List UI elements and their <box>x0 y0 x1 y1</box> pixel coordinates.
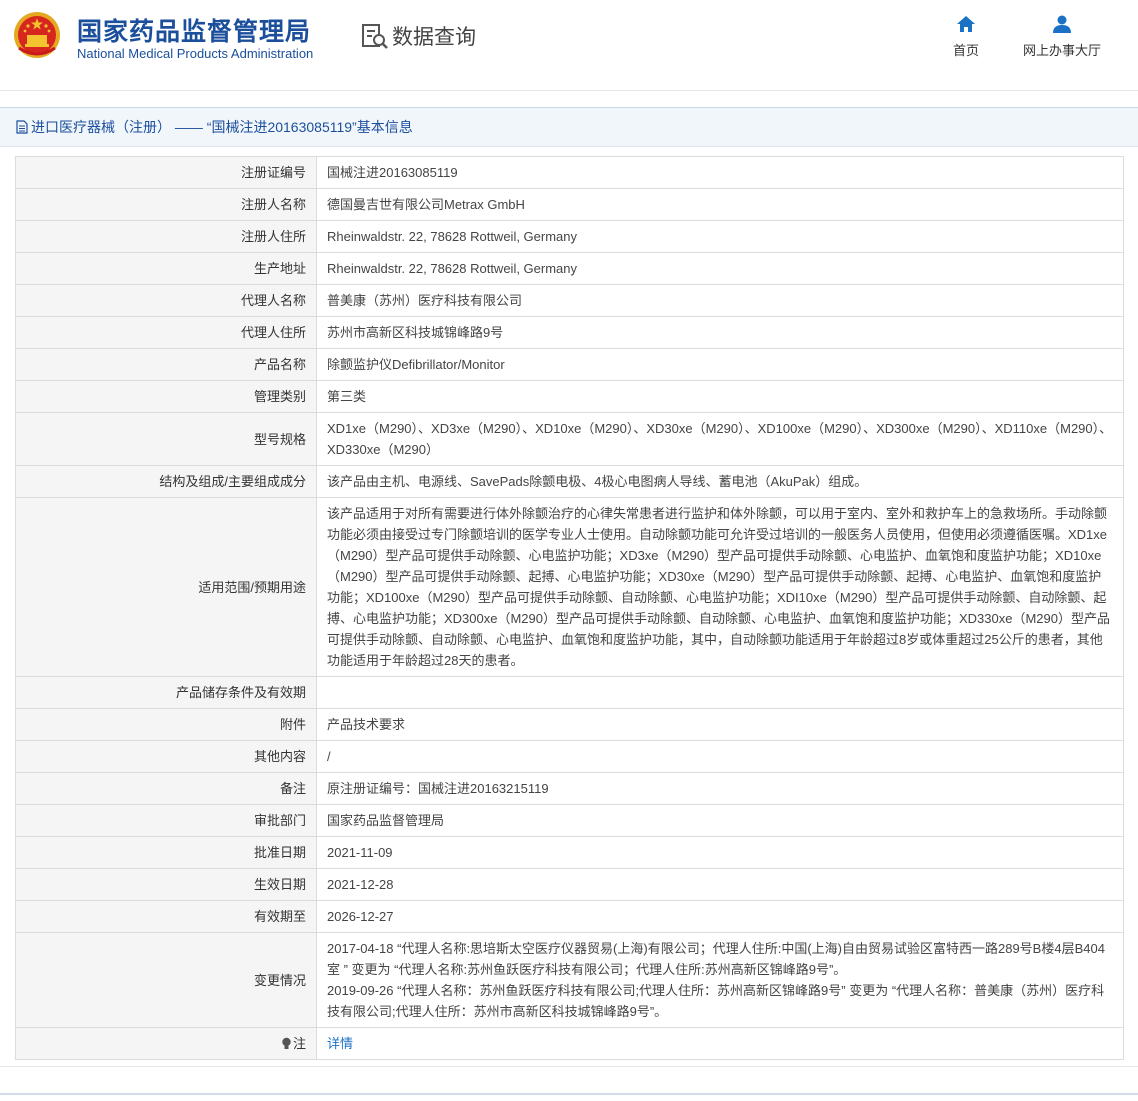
site-header: 国家药品监督管理局 National Medical Products Admi… <box>0 0 1138 90</box>
change-entry: 2019-09-26 “代理人名称：苏州鱼跃医疗科技有限公司;代理人住所：苏州高… <box>327 983 1105 1019</box>
detail-panel: 进口医疗器械（注册） —— “国械注进20163085119”基本信息 注册证编… <box>0 107 1138 1068</box>
table-row: 附件 产品技术要求 <box>15 708 1124 741</box>
row-value: 普美康（苏州）医疗科技有限公司 <box>316 284 1124 317</box>
data-query-link[interactable]: 数据查询 <box>360 20 476 52</box>
table-row: 管理类别 第三类 <box>15 380 1124 413</box>
row-label: 管理类别 <box>15 380 317 413</box>
row-value: 产品技术要求 <box>316 708 1124 741</box>
nav-home-label: 首页 <box>952 43 979 58</box>
details-link[interactable]: 详情 <box>327 1036 353 1051</box>
row-label: 注册人名称 <box>15 188 317 221</box>
table-row: 审批部门 国家药品监督管理局 <box>15 804 1124 837</box>
table-row: 结构及组成/主要组成成分 该产品由主机、电源线、SavePads除颤电极、4极心电… <box>15 465 1124 498</box>
table-row: 代理人住所 苏州市高新区科技城锦峰路9号 <box>15 316 1124 349</box>
table-row: 变更情况 2017-04-18 “代理人名称:思培斯太空医疗仪器贸易(上海)有限… <box>15 932 1124 1028</box>
row-label: 有效期至 <box>15 900 317 933</box>
row-value: / <box>316 740 1124 773</box>
table-row: 有效期至 2026-12-27 <box>15 900 1124 933</box>
row-value: 国械注进20163085119 <box>316 156 1124 189</box>
national-emblem-icon <box>14 12 60 58</box>
row-label: 注册人住所 <box>15 220 317 253</box>
row-label: 附件 <box>15 708 317 741</box>
row-label: 产品储存条件及有效期 <box>15 676 317 709</box>
lightbulb-icon <box>282 1037 291 1049</box>
note-label-cell: 注 <box>15 1027 317 1060</box>
table-row: 型号规格 XD1xe（M290）、XD3xe（M290）、XD10xe（M290）… <box>15 412 1124 466</box>
document-icon <box>16 120 28 134</box>
row-value: Rheinwaldstr. 22, 78628 Rottweil, German… <box>316 252 1124 285</box>
table-row: 备注 原注册证编号：国械注进20163215119 <box>15 772 1124 805</box>
note-label: 注 <box>292 1036 306 1051</box>
row-label: 结构及组成/主要组成成分 <box>15 465 317 498</box>
row-value: 苏州市高新区科技城锦峰路9号 <box>316 316 1124 349</box>
page-bottom-divider <box>0 1093 1138 1095</box>
table-row: 产品名称 除颤监护仪Defibrillator/Monitor <box>15 348 1124 381</box>
row-label: 产品名称 <box>15 348 317 381</box>
panel-bottom-border <box>0 1066 1138 1067</box>
panel-header: 进口医疗器械（注册） —— “国械注进20163085119”基本信息 <box>0 108 1138 147</box>
table-row: 注册人住所 Rheinwaldstr. 22, 78628 Rottweil, G… <box>15 220 1124 253</box>
row-value: 第三类 <box>316 380 1124 413</box>
row-value: 该产品由主机、电源线、SavePads除颤电极、4极心电图病人导线、蓄电池（Ak… <box>316 465 1124 498</box>
row-value: XD1xe（M290）、XD3xe（M290）、XD10xe（M290）、XD3… <box>316 412 1124 466</box>
row-value: 2021-11-09 <box>316 836 1124 869</box>
table-row: 其他内容 / <box>15 740 1124 773</box>
row-value: 2026-12-27 <box>316 900 1124 933</box>
change-history: 2017-04-18 “代理人名称:思培斯太空医疗仪器贸易(上海)有限公司；代理… <box>316 932 1124 1028</box>
nav-online-service-hall-label: 网上办事大厅 <box>1022 43 1101 58</box>
row-value: 原注册证编号：国械注进20163215119 <box>316 772 1124 805</box>
table-row: 生产地址 Rheinwaldstr. 22, 78628 Rottweil, Ge… <box>15 252 1124 285</box>
row-label: 生产地址 <box>15 252 317 285</box>
table-row: 产品储存条件及有效期 <box>15 676 1124 709</box>
row-value: 该产品适用于对所有需要进行体外除颤治疗的心律失常患者进行监护和体外除颤，可以用于… <box>316 497 1124 677</box>
header-divider <box>0 90 1138 91</box>
row-label: 批准日期 <box>15 836 317 869</box>
user-icon <box>1053 15 1071 33</box>
row-label: 备注 <box>15 772 317 805</box>
search-document-icon <box>362 24 388 49</box>
site-title-english: National Medical Products Administration <box>77 46 314 61</box>
row-label: 审批部门 <box>15 804 317 837</box>
table-row: 代理人名称 普美康（苏州）医疗科技有限公司 <box>15 284 1124 317</box>
site-title: 国家药品监督管理局 <box>77 18 312 46</box>
note-value: 详情 <box>316 1027 1124 1060</box>
row-value <box>316 676 1124 709</box>
nav-home[interactable]: 首页 <box>946 14 986 59</box>
row-value: 国家药品监督管理局 <box>316 804 1124 837</box>
nav-online-service-hall[interactable]: 网上办事大厅 <box>1016 14 1108 59</box>
table-row: 适用范围/预期用途 该产品适用于对所有需要进行体外除颤治疗的心律失常患者进行监护和… <box>15 497 1124 677</box>
table-row: 生效日期 2021-12-28 <box>15 868 1124 901</box>
row-value: 2021-12-28 <box>316 868 1124 901</box>
change-entry: 2017-04-18 “代理人名称:思培斯太空医疗仪器贸易(上海)有限公司；代理… <box>327 941 1105 977</box>
table-row: 注册证编号 国械注进20163085119 <box>15 156 1124 189</box>
table-row: 批准日期 2021-11-09 <box>15 836 1124 869</box>
row-label: 注册证编号 <box>15 156 317 189</box>
row-label: 代理人名称 <box>15 284 317 317</box>
data-query-label: 数据查询 <box>392 26 476 49</box>
row-label: 型号规格 <box>15 412 317 466</box>
table-row: 注册人名称 德国曼吉世有限公司Metrax GmbH <box>15 188 1124 221</box>
row-label: 变更情况 <box>15 932 317 1028</box>
home-icon <box>957 16 975 32</box>
row-value: Rheinwaldstr. 22, 78628 Rottweil, German… <box>316 220 1124 253</box>
row-label: 生效日期 <box>15 868 317 901</box>
info-table-wrapper: 注册证编号 国械注进20163085119 注册人名称 德国曼吉世有限公司Metra… <box>15 156 1124 1060</box>
row-label: 代理人住所 <box>15 316 317 349</box>
panel-title: 进口医疗器械（注册） —— “国械注进20163085119”基本信息 <box>31 119 413 135</box>
row-value: 德国曼吉世有限公司Metrax GmbH <box>316 188 1124 221</box>
info-table: 注册证编号 国械注进20163085119 注册人名称 德国曼吉世有限公司Metra… <box>15 156 1124 1060</box>
row-label: 适用范围/预期用途 <box>15 497 317 677</box>
row-label: 其他内容 <box>15 740 317 773</box>
table-row: 注 详情 <box>15 1027 1124 1060</box>
row-value: 除颤监护仪Defibrillator/Monitor <box>316 348 1124 381</box>
